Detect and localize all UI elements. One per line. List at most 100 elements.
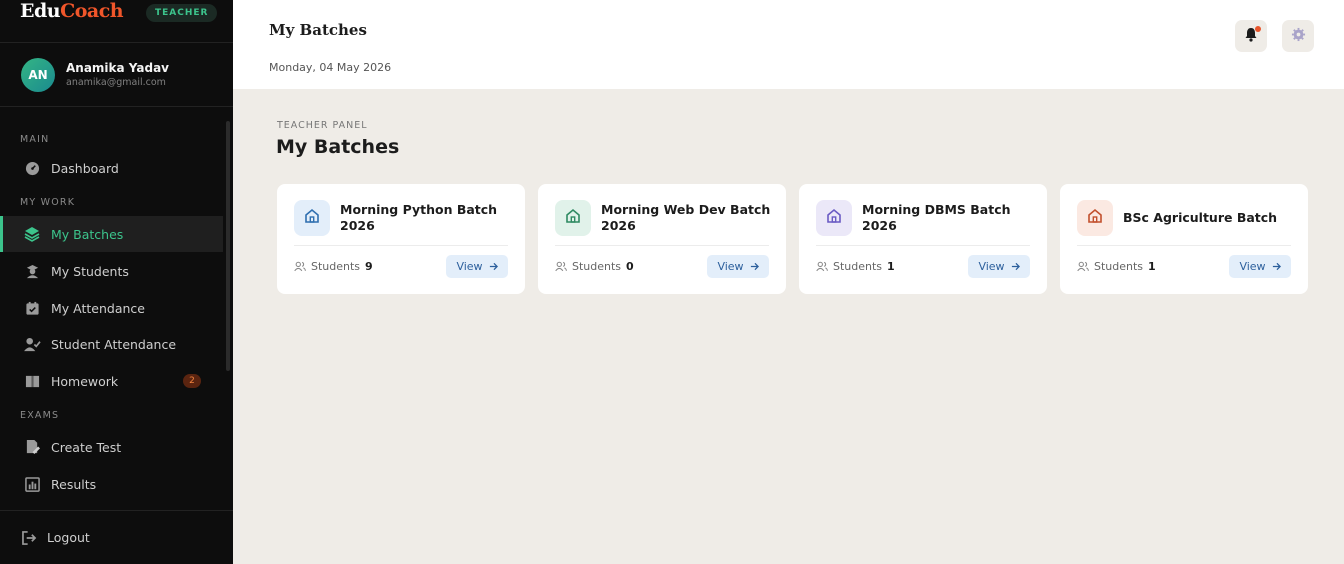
homework-count-badge: 2 xyxy=(183,374,201,388)
settings-button[interactable] xyxy=(1282,20,1314,52)
batch-card[interactable]: Morning Web Dev Batch 2026 Students 0 Vi… xyxy=(538,184,786,294)
view-label: View xyxy=(1239,260,1266,273)
sidebar-item-dashboard[interactable]: Dashboard xyxy=(0,150,223,186)
users-icon xyxy=(816,261,828,272)
home-icon xyxy=(826,208,842,228)
batch-icon-bg xyxy=(1077,200,1113,236)
home-icon xyxy=(304,208,320,228)
students-count-value: 1 xyxy=(887,260,895,273)
batch-icon-bg xyxy=(816,200,852,236)
batch-name: Morning DBMS Batch 2026 xyxy=(862,202,1011,233)
sidebar-item-label: My Attendance xyxy=(51,300,145,316)
panel-title: My Batches xyxy=(276,136,400,158)
user-name: Anamika Yadav xyxy=(66,61,169,75)
logout-icon xyxy=(22,530,37,545)
sidebar-item-label: Student Attendance xyxy=(51,336,177,352)
page-title: My Batches xyxy=(269,21,367,39)
batch-card[interactable]: Morning DBMS Batch 2026 Students 1 View xyxy=(799,184,1047,294)
user-email: anamika@gmail.com xyxy=(66,77,166,88)
arrow-right-icon xyxy=(1011,262,1020,271)
student-count: Students 9 xyxy=(294,260,373,273)
users-icon xyxy=(555,261,567,272)
students-label: Students xyxy=(1094,260,1144,273)
batch-name: Morning Python Batch 2026 xyxy=(340,202,498,233)
sidebar-item-homework[interactable]: Homework 2 xyxy=(0,363,223,399)
logout-button[interactable]: Logout xyxy=(0,510,233,564)
brand-row: EduCoach TEACHER xyxy=(0,0,233,43)
view-batch-button[interactable]: View xyxy=(707,255,769,278)
view-batch-button[interactable]: View xyxy=(968,255,1030,278)
main-content: TEACHER PANEL My Batches Morning Python … xyxy=(233,89,1344,564)
users-icon xyxy=(1077,261,1089,272)
notification-dot xyxy=(1255,26,1261,32)
sidebar-item-my-batches[interactable]: My Batches xyxy=(0,216,223,252)
arrow-right-icon xyxy=(489,262,498,271)
view-label: View xyxy=(717,260,744,273)
view-label: View xyxy=(456,260,483,273)
current-date: Monday, 04 May 2026 xyxy=(269,61,392,74)
brand-part2: Coach xyxy=(60,0,124,22)
user-profile[interactable]: AN Anamika Yadav anamika@gmail.com xyxy=(0,43,233,107)
book-icon xyxy=(23,372,41,390)
sidebar-item-create-test[interactable]: Create Test xyxy=(0,429,223,465)
sidebar-item-label: Homework xyxy=(51,373,119,389)
students-label: Students xyxy=(833,260,883,273)
students-count-value: 0 xyxy=(626,260,634,273)
sidebar-nav: MAIN Dashboard MY WORK My Batches My Stu… xyxy=(0,108,233,510)
brand-logo[interactable]: EduCoach xyxy=(20,0,124,22)
student-count: Students 1 xyxy=(1077,260,1156,273)
card-divider xyxy=(816,245,1030,246)
sidebar-item-student-attendance[interactable]: Student Attendance xyxy=(0,326,223,362)
calendar-check-icon xyxy=(23,299,41,317)
batch-list: Morning Python Batch 2026 Students 9 Vie… xyxy=(277,184,1308,294)
sidebar-item-label: Dashboard xyxy=(51,160,119,176)
sidebar-item-results[interactable]: Results xyxy=(0,466,223,502)
gear-icon xyxy=(1291,27,1306,46)
batch-card[interactable]: BSc Agriculture Batch Students 1 View xyxy=(1060,184,1308,294)
student-count: Students 0 xyxy=(555,260,634,273)
view-label: View xyxy=(978,260,1005,273)
layers-icon xyxy=(23,225,41,243)
brand-part1: Edu xyxy=(20,0,61,22)
users-icon xyxy=(294,261,306,272)
card-divider xyxy=(294,245,508,246)
sidebar-scrollbar[interactable] xyxy=(225,113,230,508)
nav-section-main: MAIN xyxy=(20,134,50,145)
panel-label: TEACHER PANEL xyxy=(277,120,368,131)
students-label: Students xyxy=(572,260,622,273)
batch-card[interactable]: Morning Python Batch 2026 Students 9 Vie… xyxy=(277,184,525,294)
batch-icon-bg xyxy=(294,200,330,236)
notifications-button[interactable] xyxy=(1235,20,1267,52)
batch-name: BSc Agriculture Batch xyxy=(1123,210,1278,225)
logout-label: Logout xyxy=(47,530,90,545)
students-count-value: 1 xyxy=(1148,260,1156,273)
card-divider xyxy=(555,245,769,246)
view-batch-button[interactable]: View xyxy=(1229,255,1291,278)
dashboard-icon xyxy=(23,159,41,177)
role-badge: TEACHER xyxy=(146,4,218,22)
sidebar-item-label: Results xyxy=(51,476,97,492)
arrow-right-icon xyxy=(750,262,759,271)
avatar: AN xyxy=(21,57,55,92)
view-batch-button[interactable]: View xyxy=(446,255,508,278)
batch-name: Morning Web Dev Batch 2026 xyxy=(601,202,771,233)
sidebar-item-label: My Students xyxy=(51,263,129,279)
topbar: My Batches Monday, 04 May 2026 xyxy=(233,0,1344,89)
home-icon xyxy=(1087,208,1103,228)
batch-icon-bg xyxy=(555,200,591,236)
nav-section-work: MY WORK xyxy=(20,197,76,208)
sidebar-item-label: Create Test xyxy=(51,439,122,455)
scrollbar-thumb[interactable] xyxy=(226,121,230,371)
file-edit-icon xyxy=(23,438,41,456)
sidebar: EduCoach TEACHER AN Anamika Yadav anamik… xyxy=(0,0,233,564)
student-icon xyxy=(23,262,41,280)
card-divider xyxy=(1077,245,1291,246)
arrow-right-icon xyxy=(1272,262,1281,271)
sidebar-item-label: My Batches xyxy=(51,226,124,242)
sidebar-item-my-attendance[interactable]: My Attendance xyxy=(0,290,223,326)
bar-chart-icon xyxy=(23,475,41,493)
students-count-value: 9 xyxy=(365,260,373,273)
nav-section-exams: EXAMS xyxy=(20,410,60,421)
sidebar-item-my-students[interactable]: My Students xyxy=(0,253,223,289)
student-count: Students 1 xyxy=(816,260,895,273)
